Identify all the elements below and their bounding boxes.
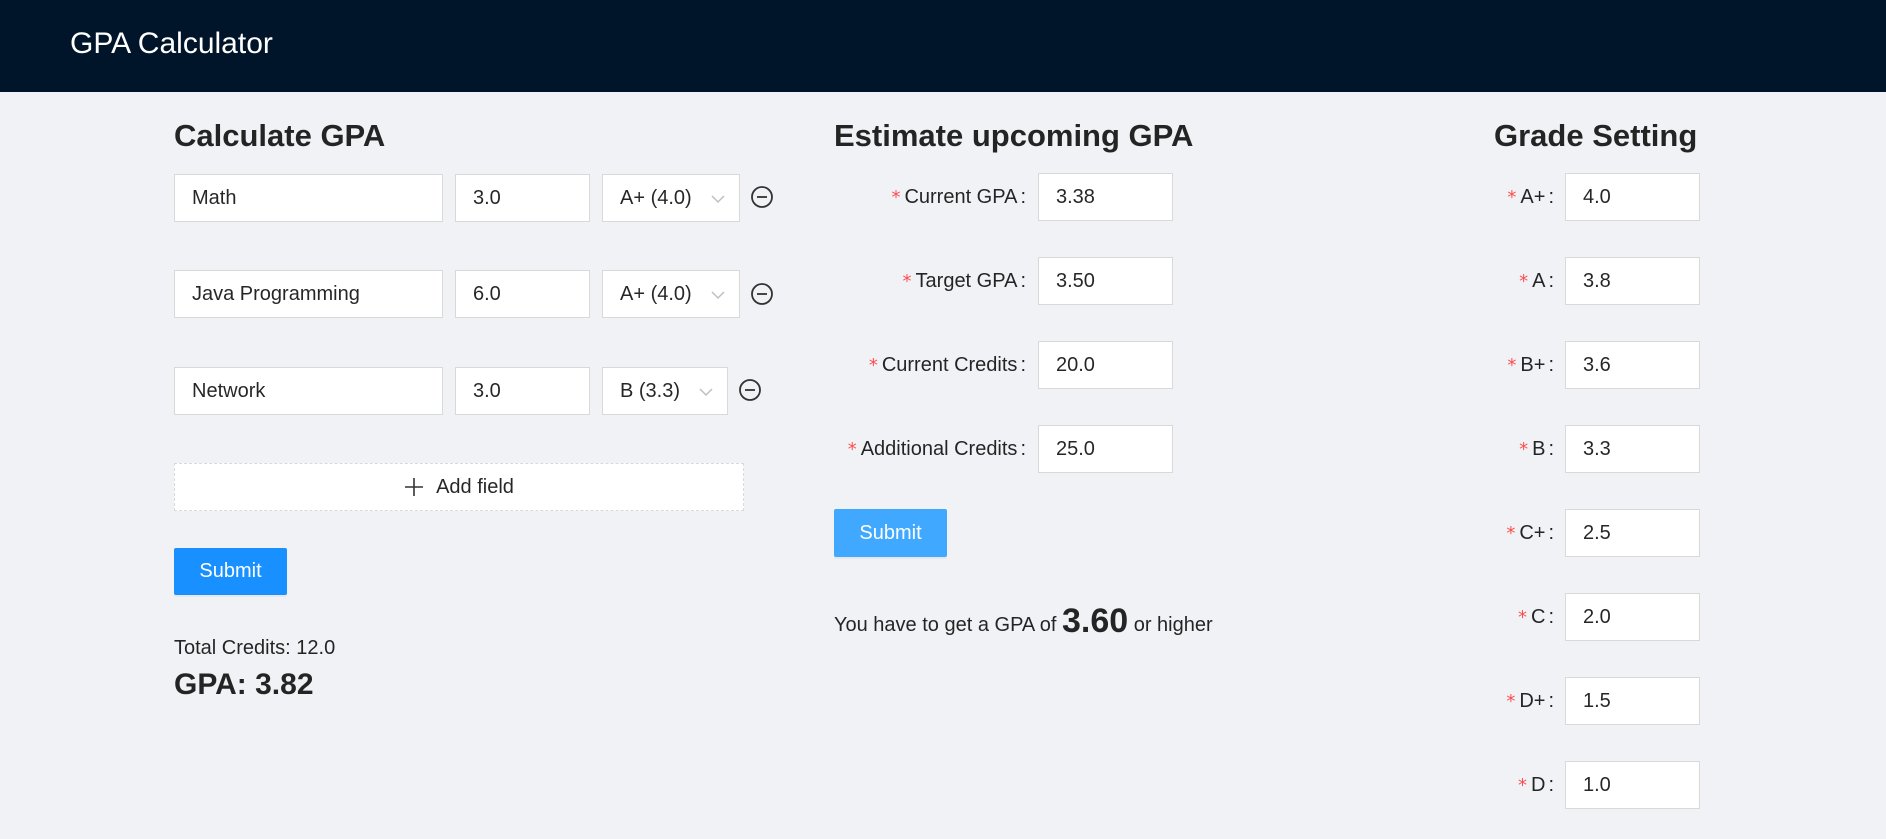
grade-value-input-d-plus[interactable]: 1.5 bbox=[1565, 677, 1700, 725]
current-gpa-input[interactable]: 3.38 bbox=[1038, 173, 1173, 221]
label-colon: : bbox=[1548, 270, 1554, 292]
required-mark: * bbox=[1506, 523, 1516, 544]
required-mark: * bbox=[1519, 271, 1529, 292]
grade-label-a: * A: bbox=[1450, 257, 1554, 306]
course-grade-value: B (3.3) bbox=[620, 380, 681, 402]
required-mark: * bbox=[891, 187, 901, 208]
course-name-input[interactable]: Math bbox=[174, 174, 443, 222]
grade-label-text: B+ bbox=[1520, 354, 1546, 376]
label-colon: : bbox=[1548, 438, 1554, 460]
grade-label-b: * B: bbox=[1450, 425, 1554, 474]
course-grade-select[interactable]: A+ (4.0) bbox=[602, 174, 740, 222]
label-colon: : bbox=[1020, 270, 1026, 292]
label-colon: : bbox=[1548, 522, 1554, 544]
grade-label-text: A bbox=[1532, 270, 1546, 292]
course-grade-select[interactable]: A+ (4.0) bbox=[602, 270, 740, 318]
field-label-text: Target GPA bbox=[915, 270, 1018, 292]
label-colon: : bbox=[1020, 354, 1026, 376]
course-credits-input[interactable]: 3.0 bbox=[455, 367, 590, 415]
gpa-result: GPA: 3.82 bbox=[174, 668, 314, 701]
grade-label-text: B bbox=[1532, 438, 1546, 460]
label-colon: : bbox=[1548, 186, 1554, 208]
required-mark: * bbox=[1507, 187, 1517, 208]
required-mark: * bbox=[902, 271, 912, 292]
field-label-text: Additional Credits bbox=[860, 438, 1018, 460]
estimate-submit-button[interactable]: Submit bbox=[834, 509, 947, 557]
label-colon: : bbox=[1548, 354, 1554, 376]
grade-label-c-plus: * C+: bbox=[1450, 509, 1554, 558]
grade-value-input-b-plus[interactable]: 3.6 bbox=[1565, 341, 1700, 389]
grade-label-d: * D: bbox=[1450, 761, 1554, 810]
required-mark: * bbox=[868, 355, 878, 376]
grade-value-input-c-plus[interactable]: 2.5 bbox=[1565, 509, 1700, 557]
required-mark: * bbox=[1517, 607, 1527, 628]
result-prefix: You have to get a GPA of bbox=[834, 614, 1057, 636]
minus-circle-icon[interactable] bbox=[750, 185, 774, 209]
course-name-input[interactable]: Java Programming bbox=[174, 270, 443, 318]
label-colon: : bbox=[1548, 774, 1554, 796]
required-mark: * bbox=[1506, 691, 1516, 712]
label-colon: : bbox=[1020, 186, 1026, 208]
required-mark: * bbox=[1507, 355, 1517, 376]
course-grade-value: A+ (4.0) bbox=[620, 187, 692, 209]
chevron-down-icon bbox=[711, 291, 725, 300]
field-label-text: Current GPA bbox=[904, 186, 1018, 208]
current-credits-label: * Current Credits: bbox=[834, 341, 1026, 390]
grade-label-c: * C: bbox=[1450, 593, 1554, 642]
chevron-down-icon bbox=[711, 195, 725, 204]
target-gpa-input[interactable]: 3.50 bbox=[1038, 257, 1173, 305]
additional-credits-input[interactable]: 25.0 bbox=[1038, 425, 1173, 473]
plus-icon bbox=[405, 478, 424, 496]
course-credits-input[interactable]: 6.0 bbox=[455, 270, 590, 318]
minus-circle-icon[interactable] bbox=[738, 378, 762, 402]
course-grade-value: A+ (4.0) bbox=[620, 283, 692, 305]
grade-value-input-b[interactable]: 3.3 bbox=[1565, 425, 1700, 473]
add-field-button[interactable]: Add field bbox=[174, 463, 744, 511]
grade-label-a-plus: * A+: bbox=[1450, 173, 1554, 222]
grade-label-text: C bbox=[1530, 606, 1546, 628]
result-suffix: or higher bbox=[1133, 614, 1213, 636]
estimate-heading: Estimate upcoming GPA bbox=[834, 118, 1194, 153]
calculate-submit-button[interactable]: Submit bbox=[174, 548, 287, 595]
course-credits-input[interactable]: 3.0 bbox=[455, 174, 590, 222]
grade-label-text: A+ bbox=[1520, 186, 1546, 208]
result-value: 3.60 bbox=[1061, 602, 1129, 640]
current-gpa-label: * Current GPA: bbox=[834, 173, 1026, 222]
required-mark: * bbox=[1517, 775, 1527, 796]
minus-circle-icon[interactable] bbox=[750, 282, 774, 306]
grade-label-d-plus: * D+: bbox=[1450, 677, 1554, 726]
grade-value-input-a[interactable]: 3.8 bbox=[1565, 257, 1700, 305]
grade-label-b-plus: * B+: bbox=[1450, 341, 1554, 390]
grade-label-text: C+ bbox=[1519, 522, 1546, 544]
course-grade-select[interactable]: B (3.3) bbox=[602, 367, 728, 415]
current-credits-input[interactable]: 20.0 bbox=[1038, 341, 1173, 389]
required-mark: * bbox=[1519, 439, 1529, 460]
grade-value-input-d[interactable]: 1.0 bbox=[1565, 761, 1700, 809]
label-colon: : bbox=[1020, 438, 1026, 460]
grade-value-input-c[interactable]: 2.0 bbox=[1565, 593, 1700, 641]
additional-credits-label: * Additional Credits: bbox=[834, 425, 1026, 474]
add-field-label: Add field bbox=[436, 475, 514, 498]
app-title: GPA Calculator bbox=[70, 27, 273, 60]
grade-setting-heading: Grade Setting bbox=[1494, 118, 1698, 153]
course-name-input[interactable]: Network bbox=[174, 367, 443, 415]
estimate-result: You have to get a GPA of 3.60 or higher bbox=[834, 600, 1213, 646]
field-label-text: Current Credits bbox=[881, 354, 1018, 376]
label-colon: : bbox=[1548, 690, 1554, 712]
app-header: GPA Calculator bbox=[0, 0, 1886, 92]
label-colon: : bbox=[1548, 606, 1554, 628]
grade-label-text: D+ bbox=[1519, 690, 1546, 712]
calculate-heading: Calculate GPA bbox=[174, 118, 386, 153]
grade-value-input-a-plus[interactable]: 4.0 bbox=[1565, 173, 1700, 221]
chevron-down-icon bbox=[699, 388, 713, 397]
target-gpa-label: * Target GPA: bbox=[834, 257, 1026, 306]
grade-label-text: D bbox=[1530, 774, 1546, 796]
total-credits-text: Total Credits: 12.0 bbox=[174, 637, 336, 659]
required-mark: * bbox=[847, 439, 857, 460]
